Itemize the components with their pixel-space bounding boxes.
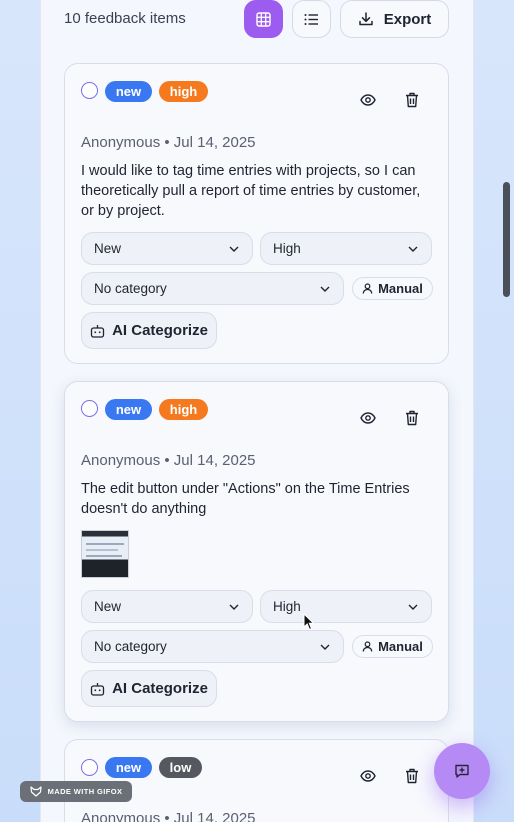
priority-select[interactable]: High [260,590,432,623]
chevron-down-icon [320,286,330,292]
export-label: Export [383,10,432,28]
feedback-text: The edit button under "Actions" on the T… [81,481,410,517]
user-icon [362,641,373,652]
delete-button[interactable] [399,763,425,789]
status-select[interactable]: New [81,590,253,623]
eye-icon [360,94,376,106]
eye-icon [360,412,376,424]
ai-categorize-button[interactable]: AI Categorize [81,670,217,707]
source-badge: Manual [352,635,433,658]
ai-categorize-label: AI Categorize [112,322,208,339]
select-radio[interactable] [81,400,98,417]
grid-icon [256,11,271,27]
eye-icon [360,770,376,782]
chevron-down-icon [408,246,418,252]
feedback-count: 10 feedback items [64,10,186,27]
priority-value: High [273,599,301,614]
status-badge: new [105,399,152,420]
chevron-down-icon [408,604,418,610]
toolbar: 10 feedback items Export [64,0,449,40]
download-icon [358,12,373,26]
status-value: New [94,599,122,614]
feedback-icon [455,764,469,778]
category-value: No category [94,281,167,296]
feedback-fab-button[interactable] [434,743,490,799]
bot-icon [90,324,105,338]
view-button[interactable] [355,763,381,789]
screenshot-thumbnail[interactable] [81,530,129,578]
ai-categorize-button[interactable]: AI Categorize [81,312,217,349]
status-badge: new [105,757,152,778]
select-radio[interactable] [81,82,98,99]
mouse-cursor-icon [303,613,315,631]
chevron-down-icon [320,644,330,650]
watermark-label: MADE WITH GIFOX [47,787,123,796]
category-select[interactable]: No category [81,272,344,305]
gifox-watermark: MADE WITH GIFOX [20,781,132,802]
view-button[interactable] [355,405,381,431]
category-select[interactable]: No category [81,630,344,663]
delete-button[interactable] [399,405,425,431]
trash-icon [406,410,418,426]
status-select[interactable]: New [81,232,253,265]
priority-badge: high [159,81,208,102]
status-value: New [94,241,122,256]
trash-icon [406,92,418,108]
delete-button[interactable] [399,87,425,113]
scrollbar[interactable] [503,182,510,297]
grid-view-button[interactable] [244,0,283,38]
source-badge: Manual [352,277,433,300]
feedback-card: new high Anonymous • Jul 14, 2025 I woul… [64,63,449,364]
author-date: Anonymous • Jul 14, 2025 [81,134,256,151]
list-icon [304,13,318,25]
trash-icon [406,768,418,784]
bot-icon [90,682,105,696]
author-date: Anonymous • Jul 14, 2025 [81,810,256,822]
view-button[interactable] [355,87,381,113]
source-label: Manual [378,639,423,654]
priority-select[interactable]: High [260,232,432,265]
author-date: Anonymous • Jul 14, 2025 [81,452,256,469]
priority-value: High [273,241,301,256]
ai-categorize-label: AI Categorize [112,680,208,697]
select-radio[interactable] [81,759,98,776]
source-label: Manual [378,281,423,296]
status-badge: new [105,81,152,102]
list-view-button[interactable] [292,0,331,38]
feedback-text: I would like to tag time entries with pr… [81,163,421,219]
feedback-card: new high Anonymous • Jul 14, 2025 The ed… [64,381,449,722]
chevron-down-icon [229,246,239,252]
chevron-down-icon [229,604,239,610]
category-value: No category [94,639,167,654]
priority-badge: low [159,757,202,778]
priority-badge: high [159,399,208,420]
user-icon [362,283,373,294]
export-button[interactable]: Export [340,0,449,38]
fox-icon [30,786,42,797]
